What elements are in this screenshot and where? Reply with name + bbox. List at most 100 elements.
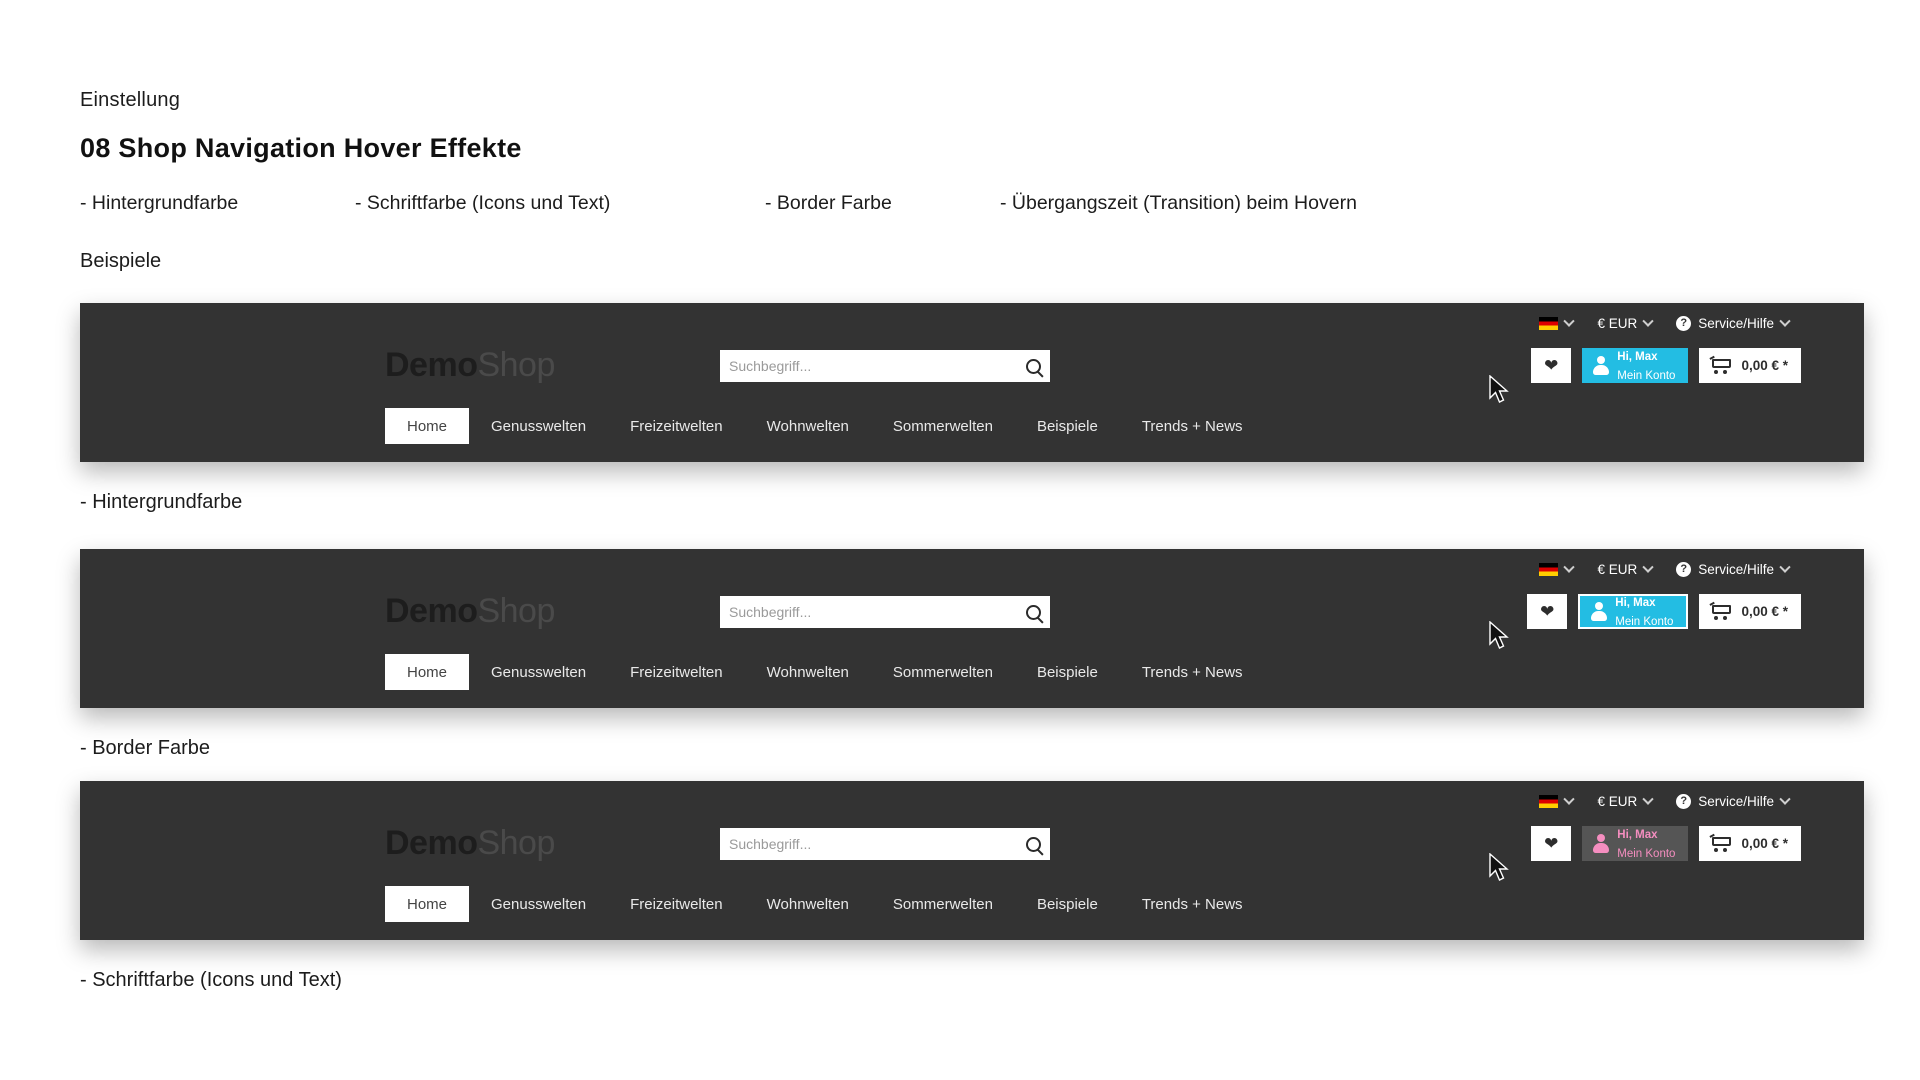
nav-item-genusswelten[interactable]: Genusswelten — [469, 408, 608, 444]
nav-item-wohnwelten[interactable]: Wohnwelten — [745, 408, 871, 444]
nav-item-home[interactable]: Home — [385, 654, 470, 690]
search-input[interactable] — [729, 358, 1020, 374]
shop-header-bar: € EUR ? Service/Hilfe DemoShop ❤ — [80, 781, 1864, 940]
nav-item-beispiele[interactable]: Beispiele — [1015, 408, 1120, 444]
utility-bar: € EUR ? Service/Hilfe — [1527, 312, 1801, 335]
cart-total: 0,00 € * — [1741, 358, 1788, 373]
account-subtitle: Mein Konto — [1617, 847, 1676, 860]
account-label: Hi, Max Mein Konto — [1617, 347, 1675, 384]
account-subtitle: Mein Konto — [1617, 369, 1676, 382]
main-navigation: Home Genusswelten Freizeitwelten Wohnwel… — [385, 408, 1265, 444]
language-selector[interactable] — [1527, 791, 1585, 812]
currency-selector[interactable]: € EUR — [1585, 790, 1664, 813]
nav-item-wohnwelten[interactable]: Wohnwelten — [745, 654, 871, 690]
german-flag-icon — [1539, 563, 1559, 576]
wishlist-button[interactable]: ❤ — [1531, 826, 1572, 861]
language-selector[interactable] — [1527, 313, 1585, 334]
wishlist-button[interactable]: ❤ — [1527, 594, 1568, 629]
mouse-cursor — [1489, 621, 1509, 649]
logo-demo-text: Demo — [385, 346, 478, 384]
chevron-down-icon — [1642, 793, 1654, 805]
logo-demo-text: Demo — [385, 824, 478, 862]
account-button[interactable]: Hi, Max Mein Konto — [1582, 347, 1689, 384]
cart-total: 0,00 € * — [1741, 604, 1788, 619]
nav-item-sommerwelten[interactable]: Sommerwelten — [871, 654, 1015, 690]
nav-item-sommerwelten[interactable]: Sommerwelten — [871, 408, 1015, 444]
page-title: 08 Shop Navigation Hover Effekte — [80, 133, 522, 163]
shop-header-bar: € EUR ? Service/Hilfe DemoShop ❤ — [80, 303, 1864, 462]
german-flag-icon — [1539, 317, 1559, 330]
utility-bar: € EUR ? Service/Hilfe — [1527, 558, 1801, 581]
currency-selector[interactable]: € EUR — [1585, 312, 1664, 335]
currency-selector[interactable]: € EUR — [1585, 558, 1664, 581]
example-caption-fontcolor: - Schriftfarbe (Icons und Text) — [80, 969, 342, 991]
question-circle-icon: ? — [1676, 316, 1692, 331]
nav-item-home[interactable]: Home — [385, 886, 470, 922]
parameter-item-background: - Hintergrundfarbe — [80, 191, 239, 214]
wishlist-button[interactable]: ❤ — [1531, 348, 1572, 383]
main-navigation: Home Genusswelten Freizeitwelten Wohnwel… — [385, 654, 1265, 690]
language-selector[interactable] — [1527, 559, 1585, 580]
shop-header-bar: € EUR ? Service/Hilfe DemoShop ❤ — [80, 549, 1864, 708]
main-navigation: Home Genusswelten Freizeitwelten Wohnwel… — [385, 886, 1265, 922]
header-actions: ❤ Hi, Max Mein Konto 0,00 € * — [1531, 826, 1801, 861]
service-help-menu[interactable]: ? Service/Hilfe — [1664, 558, 1801, 581]
example-block-border-color: € EUR ? Service/Hilfe DemoShop ❤ — [80, 549, 1864, 760]
account-label: Hi, Max Mein Konto — [1617, 825, 1675, 862]
parameter-list: - Hintergrundfarbe - Schriftfarbe (Icons… — [80, 192, 1780, 215]
example-block-font-color: € EUR ? Service/Hilfe DemoShop ❤ — [80, 781, 1864, 992]
heart-icon: ❤ — [1540, 602, 1555, 621]
shop-logo[interactable]: DemoShop — [385, 594, 555, 628]
search-icon[interactable] — [1026, 358, 1041, 374]
chevron-down-icon — [1642, 561, 1654, 573]
chevron-down-icon — [1563, 793, 1576, 805]
utility-bar: € EUR ? Service/Hilfe — [1527, 790, 1801, 813]
shopping-cart-icon — [1709, 355, 1732, 374]
search-box — [720, 350, 1050, 382]
heart-icon: ❤ — [1544, 356, 1559, 375]
intro-section: Einstellung 08 Shop Navigation Hover Eff… — [80, 88, 1780, 273]
user-icon — [1592, 356, 1609, 375]
search-icon[interactable] — [1026, 836, 1041, 852]
search-input[interactable] — [729, 836, 1020, 852]
parameter-item-bordercolor: - Border Farbe — [765, 191, 892, 214]
nav-item-home[interactable]: Home — [385, 408, 470, 444]
search-icon[interactable] — [1026, 604, 1041, 620]
question-circle-icon: ? — [1676, 562, 1692, 577]
mouse-cursor — [1489, 375, 1509, 403]
examples-heading: Beispiele — [80, 249, 162, 272]
currency-label: € EUR — [1597, 562, 1638, 577]
shopping-cart-icon — [1709, 601, 1732, 620]
account-button[interactable]: Hi, Max Mein Konto — [1578, 594, 1689, 629]
nav-item-freizeitwelten[interactable]: Freizeitwelten — [608, 408, 745, 444]
cart-button[interactable]: 0,00 € * — [1699, 826, 1801, 861]
chevron-down-icon — [1642, 315, 1654, 327]
cart-button[interactable]: 0,00 € * — [1699, 348, 1801, 383]
nav-item-freizeitwelten[interactable]: Freizeitwelten — [608, 886, 745, 922]
currency-label: € EUR — [1597, 794, 1638, 809]
example-block-background-color: € EUR ? Service/Hilfe DemoShop ❤ — [80, 303, 1864, 514]
chevron-down-icon — [1779, 561, 1791, 573]
service-help-label: Service/Hilfe — [1698, 794, 1774, 809]
nav-item-beispiele[interactable]: Beispiele — [1015, 886, 1120, 922]
nav-item-genusswelten[interactable]: Genusswelten — [469, 654, 608, 690]
shop-logo[interactable]: DemoShop — [385, 348, 555, 382]
eyebrow-label: Einstellung — [80, 89, 181, 111]
service-help-menu[interactable]: ? Service/Hilfe — [1664, 790, 1801, 813]
nav-item-genusswelten[interactable]: Genusswelten — [469, 886, 608, 922]
cart-button[interactable]: 0,00 € * — [1699, 594, 1801, 629]
search-input[interactable] — [729, 604, 1020, 620]
nav-item-trends-news[interactable]: Trends + News — [1120, 886, 1265, 922]
nav-item-trends-news[interactable]: Trends + News — [1120, 408, 1265, 444]
nav-item-sommerwelten[interactable]: Sommerwelten — [871, 886, 1015, 922]
service-help-menu[interactable]: ? Service/Hilfe — [1664, 312, 1801, 335]
account-button[interactable]: Hi, Max Mein Konto — [1582, 825, 1689, 862]
chevron-down-icon — [1563, 561, 1576, 573]
shop-logo[interactable]: DemoShop — [385, 826, 555, 860]
shopping-cart-icon — [1709, 833, 1732, 852]
nav-item-trends-news[interactable]: Trends + News — [1120, 654, 1265, 690]
nav-item-wohnwelten[interactable]: Wohnwelten — [745, 886, 871, 922]
nav-item-beispiele[interactable]: Beispiele — [1015, 654, 1120, 690]
nav-item-freizeitwelten[interactable]: Freizeitwelten — [608, 654, 745, 690]
chevron-down-icon — [1779, 793, 1791, 805]
